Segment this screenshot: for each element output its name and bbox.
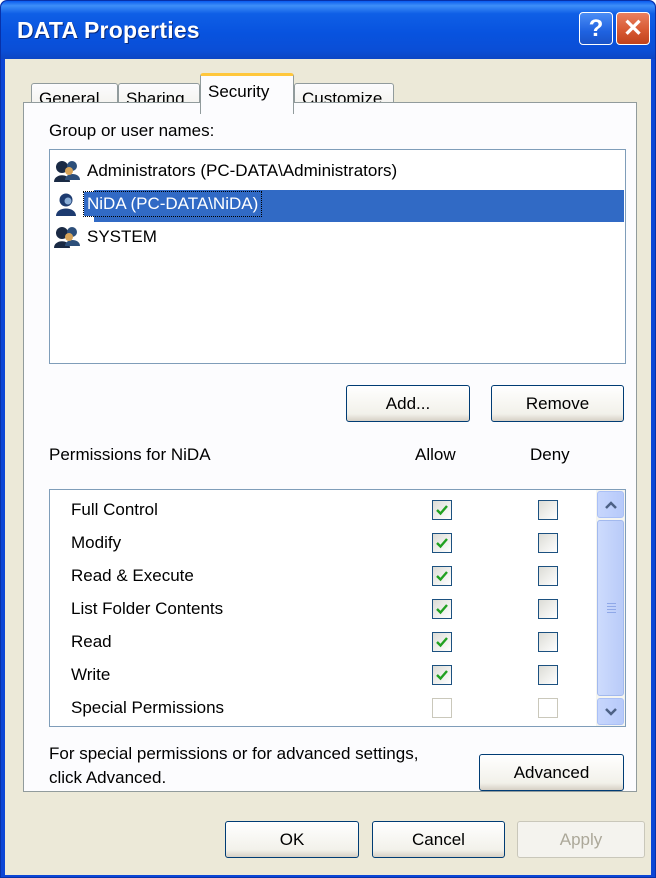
user-name: NiDA (PC-DATA\NiDA): [82, 191, 263, 217]
permission-name: Full Control: [71, 500, 158, 519]
permission-row: Read: [50, 626, 590, 659]
security-panel: Group or user names: Administrators (PC-…: [23, 102, 637, 792]
close-button[interactable]: ✕: [616, 12, 650, 45]
allow-checkbox[interactable]: [432, 632, 452, 652]
allow-header: Allow: [415, 445, 456, 464]
user-list[interactable]: Administrators (PC-DATA\Administrators) …: [49, 149, 626, 364]
scroll-up-button[interactable]: [597, 491, 624, 518]
permissions-label: Permissions for NiDA: [49, 445, 211, 464]
tab-security[interactable]: Security: [200, 73, 294, 114]
deny-checkbox[interactable]: [538, 500, 558, 520]
permission-row: Modify: [50, 527, 590, 560]
checkmark-icon: [436, 571, 448, 582]
grip-line: [607, 603, 616, 604]
grip-line: [607, 609, 616, 610]
allow-checkbox[interactable]: [432, 533, 452, 553]
remove-button[interactable]: Remove: [491, 385, 624, 422]
scroll-thumb[interactable]: [597, 520, 624, 696]
permission-name: Read & Execute: [71, 566, 194, 585]
group-icon: [54, 161, 80, 182]
user-list-item[interactable]: Administrators (PC-DATA\Administrators): [52, 156, 400, 186]
cancel-button[interactable]: Cancel: [372, 821, 505, 858]
add-button[interactable]: Add...: [346, 385, 470, 422]
close-icon: ✕: [622, 15, 644, 42]
permission-row: Full Control: [50, 494, 590, 527]
chevron-down-icon: [604, 707, 617, 716]
advanced-button[interactable]: Advanced: [479, 754, 624, 791]
cancel-button-label: Cancel: [412, 829, 465, 849]
deny-checkbox: [538, 698, 558, 718]
permission-row: List Folder Contents: [50, 593, 590, 626]
user-list-item[interactable]: SYSTEM: [52, 222, 160, 252]
permission-name: Read: [71, 632, 112, 651]
user-icon: [56, 193, 76, 216]
tab-label: Security: [208, 82, 270, 101]
deny-checkbox[interactable]: [538, 632, 558, 652]
permissions-list[interactable]: Full Control Modify Read & Execute List …: [49, 489, 626, 727]
grip-line: [607, 606, 616, 607]
checkmark-icon: [436, 538, 448, 549]
remove-button-label: Remove: [525, 393, 590, 413]
allow-checkbox[interactable]: [432, 599, 452, 619]
group-icon: [54, 227, 80, 248]
permissions-scrollbar[interactable]: [596, 490, 625, 726]
scroll-down-button[interactable]: [597, 698, 624, 725]
user-name: SYSTEM: [87, 227, 157, 246]
chevron-up-icon: [604, 500, 617, 509]
permission-name: Modify: [71, 533, 122, 552]
permission-row: Read & Execute: [50, 560, 590, 593]
permission-name: Special Permissions: [71, 698, 225, 717]
checkmark-icon: [436, 637, 448, 648]
dialog-body: General Sharing Security Customize Group…: [5, 59, 651, 875]
help-icon: ?: [588, 14, 604, 42]
title-bar[interactable]: DATA Properties ? ✕: [1, 1, 655, 59]
deny-checkbox[interactable]: [538, 599, 558, 619]
deny-checkbox[interactable]: [538, 533, 558, 553]
help-button[interactable]: ?: [579, 12, 613, 45]
user-name: Administrators (PC-DATA\Administrators): [87, 161, 398, 180]
window-title: DATA Properties: [17, 17, 200, 43]
checkmark-icon: [436, 505, 448, 516]
apply-button-label: Apply: [559, 829, 603, 849]
ok-button-label: OK: [279, 829, 305, 849]
allow-checkbox[interactable]: [432, 566, 452, 586]
permission-row: Write: [50, 659, 590, 692]
ok-button[interactable]: OK: [225, 821, 359, 858]
apply-button[interactable]: Apply: [517, 821, 645, 858]
advanced-hint-line1: For special permissions or for advanced …: [49, 744, 419, 763]
user-list-item-selected[interactable]: NiDA (PC-DATA\NiDA): [52, 189, 263, 219]
properties-window: DATA Properties ? ✕ General Sharing Secu…: [0, 0, 656, 878]
permission-name: Write: [71, 665, 111, 684]
advanced-button-label: Advanced: [513, 762, 590, 782]
deny-checkbox[interactable]: [538, 566, 558, 586]
allow-checkbox: [432, 698, 452, 718]
deny-checkbox[interactable]: [538, 665, 558, 685]
add-button-label: Add...: [385, 393, 431, 413]
checkmark-icon: [436, 604, 448, 615]
group-user-names-label: Group or user names:: [49, 121, 215, 140]
allow-checkbox[interactable]: [432, 665, 452, 685]
deny-header: Deny: [530, 445, 570, 464]
allow-checkbox[interactable]: [432, 500, 452, 520]
grip-line: [607, 612, 616, 613]
permission-row: Special Permissions: [50, 692, 590, 725]
checkmark-icon: [436, 670, 448, 681]
permission-name: List Folder Contents: [71, 599, 224, 618]
advanced-hint-line2: click Advanced.: [49, 768, 167, 787]
